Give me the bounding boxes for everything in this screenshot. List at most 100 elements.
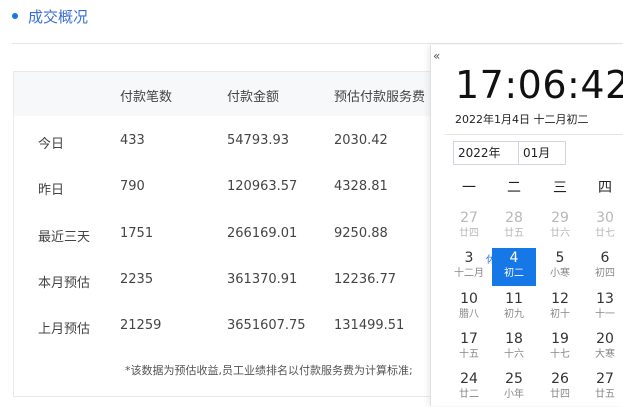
calendar-day[interactable]: 28 廿五 bbox=[492, 208, 536, 246]
table-row: 昨日 790 120963.57 4328.81 bbox=[14, 164, 444, 210]
calendar-popup: « 17:06:42 2022年1月4日 十二月初二 2022年 01月 一 二… bbox=[430, 45, 623, 406]
service-fee-cell: 131499.51 bbox=[334, 318, 405, 333]
calendar-day[interactable]: 27 廿五 bbox=[583, 369, 623, 407]
payment-count-cell: 2235 bbox=[120, 272, 154, 287]
service-fee-cell: 4328.81 bbox=[334, 179, 388, 194]
calendar-day[interactable]: 25 小年 bbox=[492, 369, 536, 407]
calendar-day[interactable]: 26 廿四 bbox=[538, 369, 582, 407]
stats-table: 付款笔数 付款金额 预估付款服务费 今日 433 54793.93 2030.4… bbox=[13, 71, 445, 397]
row-label: 上月预估 bbox=[38, 322, 91, 337]
weekday-mon: 一 bbox=[462, 180, 476, 196]
day-number: 6 bbox=[600, 250, 610, 266]
table-row: 上月预估 21259 3651607.75 131499.51 bbox=[14, 303, 444, 349]
payment-amount-cell: 120963.57 bbox=[227, 179, 298, 194]
day-number: 27 bbox=[460, 210, 478, 226]
weekday-wed: 三 bbox=[553, 180, 567, 196]
lunar-date: 小年 bbox=[504, 389, 524, 400]
lunar-date: 十一 bbox=[595, 309, 615, 320]
lunar-date: 初四 bbox=[595, 268, 615, 279]
calendar-day[interactable]: 3 十二月休 bbox=[447, 248, 496, 286]
calendar-day[interactable]: 27 廿四 bbox=[447, 208, 491, 246]
day-number: 17 bbox=[460, 331, 478, 347]
day-number: 19 bbox=[551, 331, 569, 347]
lunar-date: 大寒 bbox=[595, 349, 615, 360]
header-payment-amount: 付款金额 bbox=[227, 90, 280, 105]
calendar-day[interactable]: 13 十一 bbox=[583, 289, 623, 327]
day-number: 11 bbox=[505, 291, 523, 307]
calendar-day[interactable]: 24 廿二 bbox=[447, 369, 491, 407]
calendar-day[interactable]: 17 十五 bbox=[447, 329, 491, 367]
lunar-date: 廿五 bbox=[595, 389, 615, 400]
table-row: 本月预估 2235 361370.91 12236.77 bbox=[14, 257, 444, 303]
bullet-dot-icon bbox=[12, 13, 18, 19]
header-service-fee: 预估付款服务费 bbox=[334, 90, 426, 105]
row-label: 今日 bbox=[38, 137, 65, 152]
section-header: 成交概况 bbox=[12, 5, 88, 27]
day-number: 24 bbox=[460, 371, 478, 387]
calendar-divider bbox=[445, 134, 623, 135]
weekday-tue: 二 bbox=[507, 180, 521, 196]
payment-count-cell: 1751 bbox=[120, 226, 154, 241]
clock-time: 17:06:42 bbox=[455, 63, 623, 107]
calendar-day[interactable]: 18 十六 bbox=[492, 329, 536, 367]
lunar-date: 初十 bbox=[550, 309, 570, 320]
month-select[interactable]: 01月 bbox=[518, 141, 566, 165]
lunar-date: 廿五 bbox=[504, 228, 524, 239]
calendar-day[interactable]: 5 小寒 bbox=[538, 248, 582, 286]
lunar-date: 十七 bbox=[550, 349, 570, 360]
current-date: 2022年1月4日 十二月初二 bbox=[455, 113, 589, 126]
payment-count-cell: 790 bbox=[120, 179, 145, 194]
header-payment-count: 付款笔数 bbox=[120, 90, 173, 105]
day-number: 20 bbox=[596, 331, 614, 347]
calendar-day[interactable]: 10 腊八 bbox=[447, 289, 491, 327]
lunar-date: 初二 bbox=[504, 268, 524, 279]
payment-count-cell: 433 bbox=[120, 133, 145, 148]
payment-amount-cell: 361370.91 bbox=[227, 272, 298, 287]
calendar-day[interactable]: 20 大寒 bbox=[583, 329, 623, 367]
payment-amount-cell: 3651607.75 bbox=[227, 318, 306, 333]
table-row: 最近三天 1751 266169.01 9250.88 bbox=[14, 211, 444, 257]
calendar-day[interactable]: 29 廿六 bbox=[538, 208, 582, 246]
day-number: 30 bbox=[596, 210, 614, 226]
calendar-day[interactable]: 12 初十 bbox=[538, 289, 582, 327]
calendar-day-today[interactable]: 4 初二 bbox=[492, 248, 536, 286]
table-footnote: *该数据为预估收益,员工业绩排名以付款服务费为计算标准; bbox=[125, 364, 413, 377]
day-number: 25 bbox=[505, 371, 523, 387]
lunar-date: 腊八 bbox=[459, 309, 479, 320]
row-label: 昨日 bbox=[38, 183, 65, 198]
day-number: 5 bbox=[555, 250, 565, 266]
lunar-date: 廿四 bbox=[550, 389, 570, 400]
day-number: 4 bbox=[509, 250, 519, 266]
lunar-date: 小寒 bbox=[550, 268, 570, 279]
payment-amount-cell: 266169.01 bbox=[227, 226, 298, 241]
row-label: 本月预估 bbox=[38, 276, 91, 291]
lunar-date: 廿二 bbox=[459, 389, 479, 400]
year-select[interactable]: 2022年 bbox=[453, 141, 521, 165]
calendar-day[interactable]: 19 十七 bbox=[538, 329, 582, 367]
lunar-date: 十六 bbox=[504, 349, 524, 360]
lunar-date: 初九 bbox=[504, 309, 524, 320]
calendar-day[interactable]: 6 初四 bbox=[583, 248, 623, 286]
service-fee-cell: 12236.77 bbox=[334, 272, 397, 287]
payment-count-cell: 21259 bbox=[120, 318, 162, 333]
lunar-date: 廿七 bbox=[595, 228, 615, 239]
day-number: 12 bbox=[551, 291, 569, 307]
calendar-day[interactable]: 11 初九 bbox=[492, 289, 536, 327]
day-number: 29 bbox=[551, 210, 569, 226]
lunar-date: 十五 bbox=[459, 349, 479, 360]
day-number: 13 bbox=[596, 291, 614, 307]
day-number: 27 bbox=[596, 371, 614, 387]
weekday-thu: 四 bbox=[598, 180, 612, 196]
lunar-date: 十二月 bbox=[454, 268, 484, 279]
section-title: 成交概况 bbox=[28, 7, 89, 26]
day-number: 3 bbox=[464, 250, 474, 266]
payment-amount-cell: 54793.93 bbox=[227, 133, 290, 148]
collapse-chevron-icon[interactable]: « bbox=[433, 49, 440, 63]
day-number: 10 bbox=[460, 291, 478, 307]
table-header-row: 付款笔数 付款金额 预估付款服务费 bbox=[14, 72, 444, 116]
day-number: 18 bbox=[505, 331, 523, 347]
calendar-day[interactable]: 30 廿七 bbox=[583, 208, 623, 246]
day-number: 26 bbox=[551, 371, 569, 387]
lunar-date: 廿六 bbox=[550, 228, 570, 239]
day-number: 28 bbox=[505, 210, 523, 226]
